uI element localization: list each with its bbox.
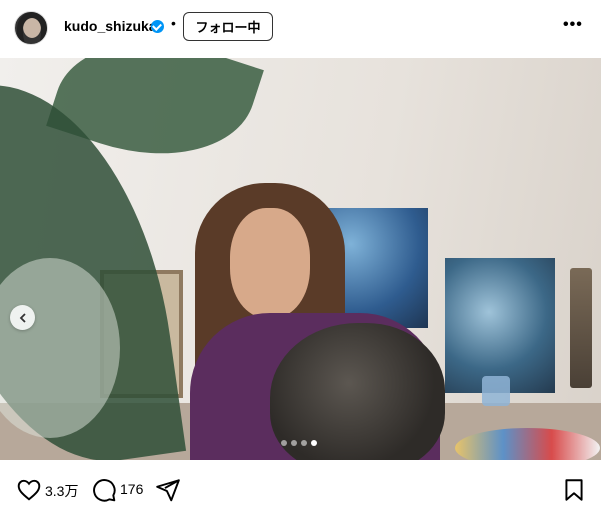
paint-palette	[455, 428, 600, 460]
carousel-dot	[281, 440, 287, 446]
following-button[interactable]: フォロー中	[183, 12, 273, 41]
carousel-dot	[291, 440, 297, 446]
carousel-dot	[301, 440, 307, 446]
chevron-left-icon	[19, 312, 26, 323]
avatar[interactable]	[14, 11, 48, 45]
post-actions: 3.3万 176	[0, 460, 601, 509]
comment-count[interactable]: 176	[120, 481, 143, 497]
more-options-icon[interactable]: •••	[563, 16, 583, 34]
carousel-dot-active	[311, 440, 317, 446]
previous-slide-button[interactable]	[10, 305, 35, 330]
separator-dot: •	[171, 15, 176, 31]
woman-face	[230, 208, 310, 318]
paint-jar	[482, 376, 510, 406]
username[interactable]: kudo_shizuka	[64, 18, 157, 34]
painting-canvas	[445, 258, 555, 393]
send-icon[interactable]	[155, 477, 181, 503]
heart-icon[interactable]	[16, 477, 42, 503]
post-image[interactable]	[0, 58, 601, 460]
carousel-indicator	[281, 440, 317, 446]
post-header: kudo_shizuka • フォロー中 •••	[0, 0, 601, 58]
verified-badge-icon	[151, 20, 164, 33]
bookmark-icon[interactable]	[561, 477, 587, 503]
like-count[interactable]: 3.3万	[45, 481, 78, 501]
comment-icon[interactable]	[91, 477, 117, 503]
paint-brushes	[570, 268, 592, 388]
